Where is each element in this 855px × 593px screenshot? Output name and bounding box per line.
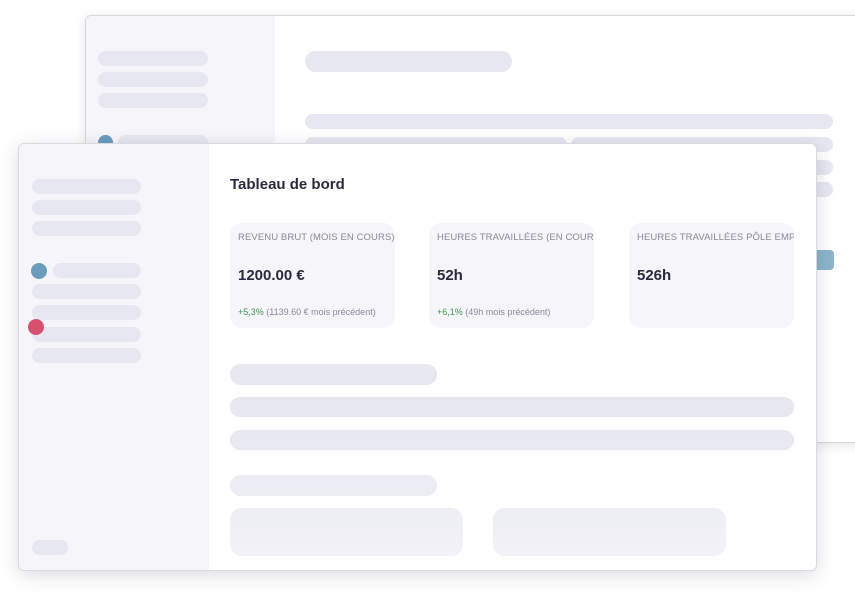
sidebar-placeholder [98,93,208,108]
trend-previous: (1139.60 € mois précédent) [266,307,376,317]
stat-card-hours: HEURES TRAVAILLÉES (EN COURS) 52h +6,1% … [429,223,594,328]
trend-delta: +5,3% [238,307,264,317]
page-title: Tableau de bord [230,176,345,193]
sidebar-item[interactable] [32,221,141,236]
card-value: 1200.00 € [238,267,305,284]
card-label: HEURES TRAVAILLÉES PÔLE EMPLOI [637,232,794,243]
line-placeholder [305,114,833,129]
sidebar-item[interactable] [32,348,141,363]
card-trend: +5,3% (1139.60 € mois précédent) [238,307,376,317]
sidebar-item[interactable] [32,284,141,299]
sidebar-footer-item[interactable] [32,540,68,555]
title-placeholder [305,51,512,72]
card-trend: +6,1% (49h mois précédent) [437,307,550,317]
section-title-placeholder [230,364,437,385]
sidebar-item[interactable] [32,327,141,342]
main-content: Tableau de bord REVENU BRUT (MOIS EN COU… [209,144,816,570]
row-placeholder [230,430,794,450]
trend-previous: (49h mois précédent) [465,307,551,317]
trend-delta: +6,1% [437,307,463,317]
stat-card-pole-emploi: HEURES TRAVAILLÉES PÔLE EMPLOI 526h [629,223,794,328]
card-value: 526h [637,267,672,284]
sidebar [19,144,209,570]
sidebar-item[interactable] [32,200,141,215]
sidebar-placeholder [98,51,208,66]
sidebar-item[interactable] [53,263,141,278]
stat-card-revenue: REVENU BRUT (MOIS EN COURS) 1200.00 € +5… [230,223,395,328]
card-label: HEURES TRAVAILLÉES (EN COURS) [437,232,594,243]
sidebar-placeholder [98,72,208,87]
notification-dot-icon [28,319,44,335]
card-label: REVENU BRUT (MOIS EN COURS) [238,232,395,243]
sidebar-item[interactable] [32,305,141,320]
status-dot-icon [31,263,47,279]
dashboard-window: Tableau de bord REVENU BRUT (MOIS EN COU… [18,143,817,571]
sidebar-item[interactable] [32,179,141,194]
row-placeholder [230,397,794,417]
block-placeholder [493,508,726,556]
block-placeholder [230,508,463,556]
section-title-placeholder [230,475,437,496]
card-value: 52h [437,267,463,284]
